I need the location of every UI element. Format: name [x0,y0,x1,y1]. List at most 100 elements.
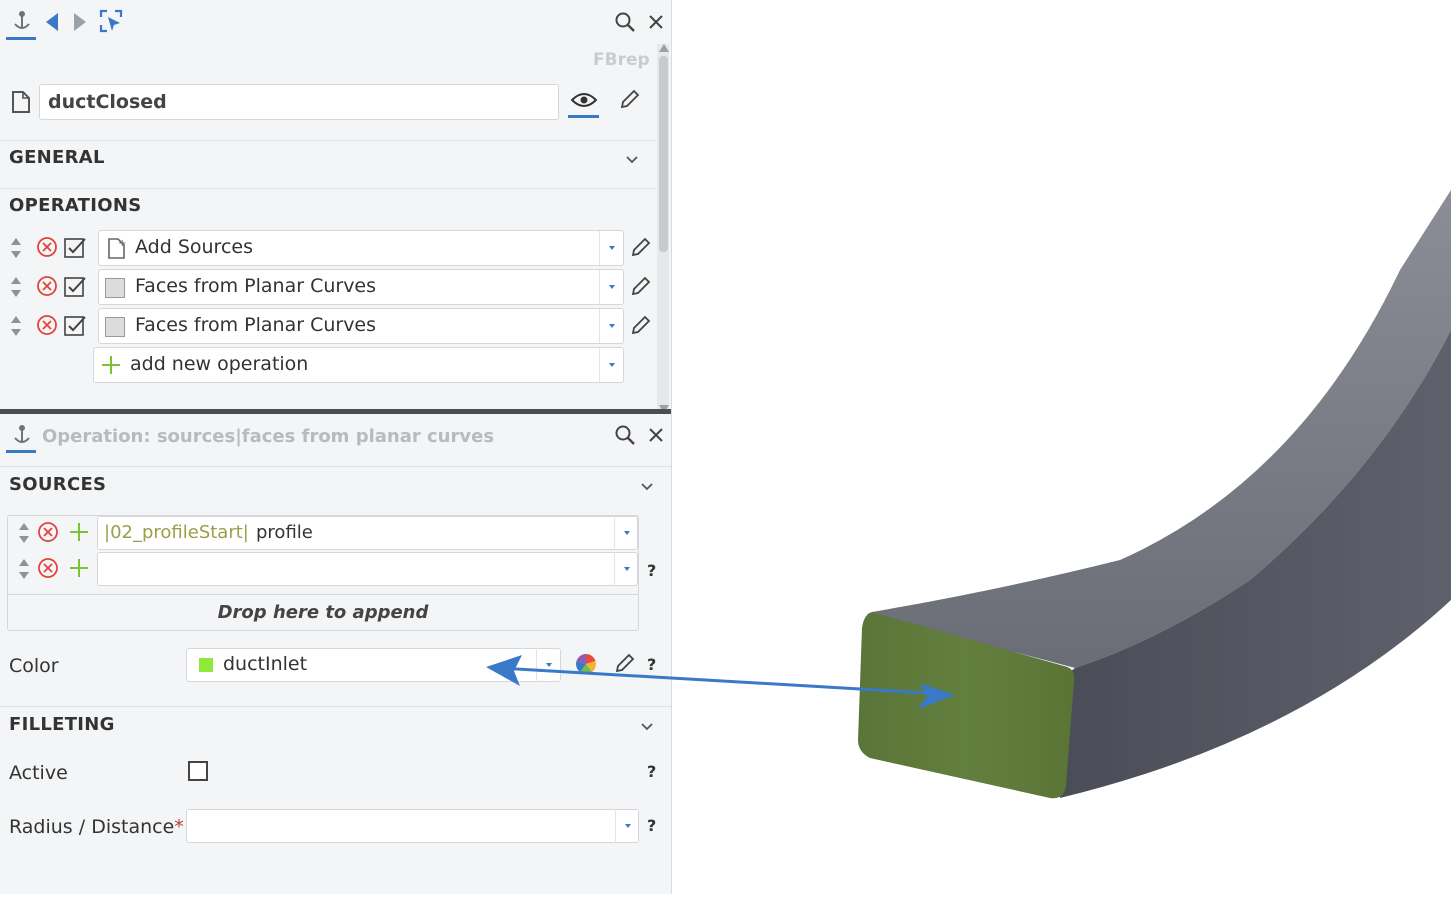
dropdown-arrow-icon[interactable] [599,231,624,265]
delete-icon[interactable] [36,556,60,580]
chevron-down-icon[interactable] [635,715,659,739]
sort-handle-icon[interactable] [8,314,24,338]
watermark-label: FBrep [593,50,650,70]
radius-label: Radius / Distance* [9,816,184,838]
operation-select[interactable]: + Add Sources [98,230,624,266]
section-filleting-title: FILLETING [9,714,115,735]
plus-icon[interactable] [67,556,91,580]
dropdown-arrow-icon[interactable] [614,552,639,586]
required-marker: * [174,816,184,838]
add-operation-label: add new operation [130,353,309,375]
enabled-checkbox-checked-icon[interactable] [62,313,88,339]
anchor-underline [6,37,36,40]
operation-label: Add Sources [135,236,253,258]
face-icon [105,317,125,337]
pencil-icon[interactable] [615,86,643,114]
search-icon[interactable] [611,8,639,36]
divider [0,188,657,189]
object-name-input[interactable]: ductClosed [39,84,559,120]
anchor-underline [6,450,36,453]
operation-select[interactable]: Faces from Planar Curves [98,308,624,344]
operation-row: Faces from Planar Curves [0,269,657,305]
operation-row: Faces from Planar Curves [0,308,657,344]
enabled-checkbox-checked-icon[interactable] [62,235,88,261]
eye-icon[interactable] [568,86,600,114]
pencil-icon[interactable] [626,234,654,262]
anchor-icon[interactable] [8,8,36,36]
dropdown-arrow-icon[interactable] [599,309,624,343]
active-label: Active [9,762,68,784]
help-icon[interactable]: ? [647,561,656,580]
delete-icon[interactable] [35,274,59,298]
operation-label: Faces from Planar Curves [135,275,377,297]
source-select[interactable]: |02_profileStart| profile [97,516,638,550]
search-icon[interactable] [611,421,639,449]
sort-handle-icon[interactable] [16,521,32,545]
section-operations-title: OPERATIONS [9,195,142,216]
source-row: |02_profileStart| profile [8,516,638,550]
help-icon[interactable]: ? [647,655,656,674]
close-icon[interactable] [644,10,668,34]
pencil-icon[interactable] [610,650,638,678]
select-cursor-icon[interactable] [96,6,126,36]
help-icon[interactable]: ? [647,762,656,781]
section-general-title: GENERAL [9,147,105,168]
source-select[interactable] [97,552,638,586]
anchor-icon[interactable] [8,422,36,450]
enabled-checkbox-checked-icon[interactable] [62,274,88,300]
properties-panel: FBrep ductClosed GENERAL OPERATIONS + Ad… [0,0,672,894]
operation-select[interactable]: Faces from Planar Curves [98,269,624,305]
plus-icon[interactable] [67,520,91,544]
delete-icon[interactable] [35,313,59,337]
plus-icon [98,352,124,378]
dropdown-arrow-icon[interactable] [536,648,561,682]
delete-icon[interactable] [35,235,59,259]
sort-handle-icon[interactable] [16,557,32,581]
dropdown-arrow-icon[interactable] [599,270,624,304]
duct-model [858,190,1451,799]
panel-splitter[interactable] [0,409,671,414]
active-checkbox[interactable] [188,761,208,781]
close-icon[interactable] [644,423,668,447]
divider [0,466,671,467]
color-wheel-icon[interactable] [572,650,600,678]
operation-row: + Add Sources [0,230,657,266]
drop-zone-label: Drop here to append [217,602,429,623]
scroll-up-arrow-icon[interactable] [659,44,669,52]
dropdown-arrow-icon[interactable] [599,348,624,382]
pencil-icon[interactable] [626,312,654,340]
chevron-down-icon[interactable] [635,475,659,499]
dropdown-arrow-icon[interactable] [614,516,639,550]
sort-handle-icon[interactable] [8,236,24,260]
radius-input[interactable] [186,809,639,843]
radius-label-text: Radius / Distance [9,816,175,838]
color-swatch [199,658,213,672]
delete-icon[interactable] [36,520,60,544]
source-value: profile [256,522,313,543]
scrollbar-thumb[interactable] [659,56,668,252]
color-select[interactable]: ductInlet [186,648,561,682]
help-icon[interactable]: ? [647,816,656,835]
arrow-right-icon[interactable] [68,8,92,36]
pencil-icon[interactable] [626,273,654,301]
section-sources-title: SOURCES [9,474,107,495]
add-sources-icon: + [103,235,129,261]
svg-text:+: + [118,238,126,249]
color-label: Color [9,655,59,677]
sort-handle-icon[interactable] [8,275,24,299]
color-value: ductInlet [223,653,308,675]
drop-zone[interactable]: Drop here to append [8,594,638,631]
dropdown-arrow-icon[interactable] [615,809,640,843]
file-icon [8,88,34,116]
viewport-3d[interactable] [672,0,1451,894]
source-prefix: |02_profileStart| [104,522,249,543]
add-operation-select[interactable]: add new operation [93,347,624,383]
divider [0,140,657,141]
operation-panel-title: Operation: sources|faces from planar cur… [42,426,495,447]
chevron-down-icon[interactable] [620,148,644,172]
source-row [8,552,638,586]
object-name-value: ductClosed [48,91,167,113]
operation-label: Faces from Planar Curves [135,314,377,336]
arrow-left-icon[interactable] [40,8,64,36]
eye-underline [568,115,599,118]
